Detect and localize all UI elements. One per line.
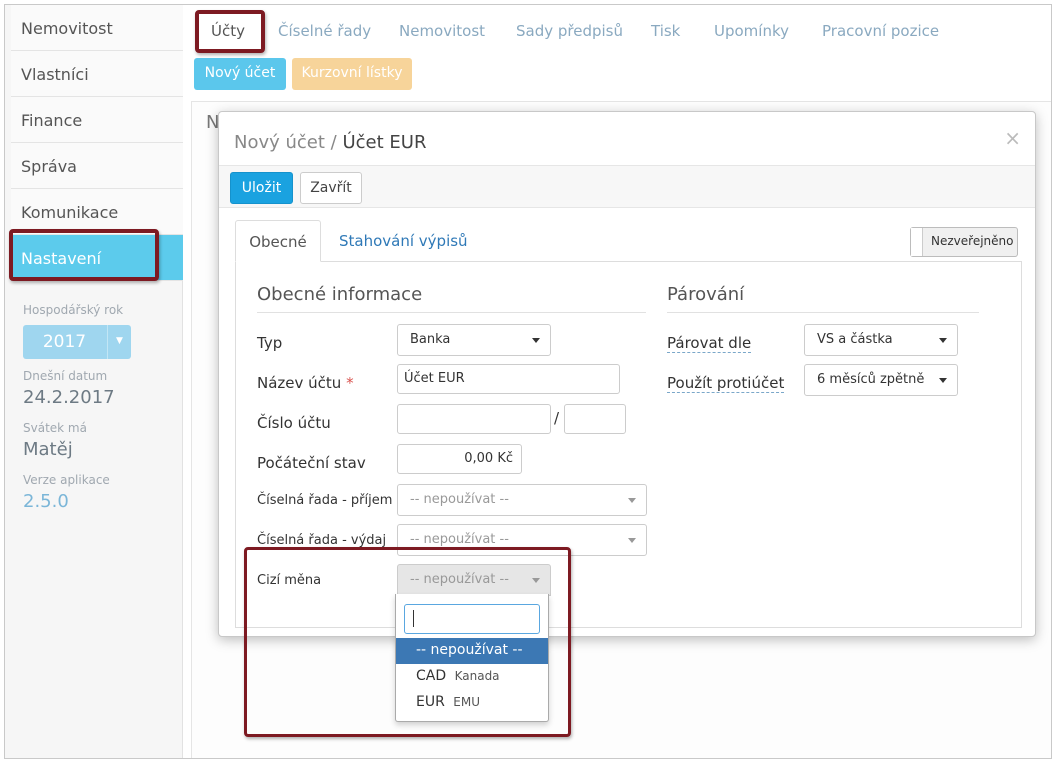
type-label: Typ xyxy=(257,334,283,352)
fiscal-year-select[interactable]: 2017 ▼ xyxy=(23,325,131,359)
type-value: Banka xyxy=(410,332,451,347)
sidebar-item-finance[interactable]: Finance xyxy=(11,97,183,143)
sidebar-item-label: Finance xyxy=(21,111,83,130)
bank-code-input[interactable] xyxy=(564,404,626,434)
initial-balance-input[interactable]: 0,00 Kč xyxy=(397,444,522,474)
account-number-input[interactable] xyxy=(397,404,551,434)
modal-toolbar: Uložit Zavřít xyxy=(219,165,1035,208)
highlight-box-currency xyxy=(244,547,571,737)
sidebar-item-vlastnici[interactable]: Vlastníci xyxy=(11,51,183,97)
tab-tisk[interactable]: Tisk xyxy=(651,22,680,40)
sidebar: Nemovitost Vlastníci Finance Správa Komu… xyxy=(5,5,183,758)
save-button[interactable]: Uložit xyxy=(230,172,293,204)
close-button[interactable]: Zavřít xyxy=(300,172,362,204)
series-income-value: -- nepoužívat -- xyxy=(410,492,509,507)
type-select[interactable]: Banka xyxy=(397,324,551,356)
sidebar-item-nemovitost[interactable]: Nemovitost xyxy=(11,5,183,51)
close-icon[interactable]: × xyxy=(1004,126,1021,150)
initial-balance-label: Počáteční stav xyxy=(257,454,366,472)
chevron-down-icon xyxy=(532,338,540,343)
series-expense-label: Číselná řada - výdaj xyxy=(257,533,387,548)
chevron-down-icon xyxy=(628,498,636,503)
fiscal-year-value: 2017 xyxy=(42,332,87,352)
new-account-button[interactable]: Nový účet xyxy=(194,58,286,90)
exchange-rates-button[interactable]: Kurzovní lístky xyxy=(292,58,412,90)
today-value: 24.2.2017 xyxy=(23,387,115,408)
today-label: Dnešní datum xyxy=(23,369,108,383)
highlight-box-ucty xyxy=(195,10,265,53)
series-income-label: Číselná řada - příjem xyxy=(257,493,393,508)
modal-title: Nový účet / Účet EUR xyxy=(234,132,426,153)
pairing-title: Párování xyxy=(667,284,979,313)
nameday-label: Svátek má xyxy=(23,421,87,435)
publish-toggle[interactable]: Nezveřejněno xyxy=(910,227,1018,257)
app-window: Nemovitost Vlastníci Finance Správa Komu… xyxy=(4,4,1052,759)
account-name-label-text: Název účtu xyxy=(257,374,342,392)
tab-upominky[interactable]: Upomínky xyxy=(714,22,789,40)
counter-account-label: Použít protiúčet xyxy=(667,374,785,393)
tab-obecne[interactable]: Obecné xyxy=(235,220,321,262)
tab-ciselne-rady[interactable]: Číselné řady xyxy=(278,22,371,40)
chevron-down-icon xyxy=(939,378,947,383)
tab-nemovitost[interactable]: Nemovitost xyxy=(399,22,485,40)
account-number-label: Číslo účtu xyxy=(257,414,331,432)
modal-title-prefix: Nový účet / xyxy=(234,132,337,153)
chevron-down-icon[interactable]: ▼ xyxy=(107,325,131,359)
required-marker: * xyxy=(346,374,354,392)
pair-by-value: VS a částka xyxy=(817,332,893,347)
sidebar-item-label: Komunikace xyxy=(21,203,119,222)
version-label: Verze aplikace xyxy=(23,473,110,487)
highlight-box-nastaveni xyxy=(9,229,159,281)
fiscal-year-label: Hospodářský rok xyxy=(23,303,124,317)
account-number-slash: / xyxy=(554,409,560,427)
chevron-down-icon xyxy=(939,338,947,343)
tab-stahovani-vypisu[interactable]: Stahování výpisů xyxy=(339,220,468,262)
general-info-title: Obecné informace xyxy=(257,284,646,313)
toggle-knob xyxy=(911,228,923,256)
nameday-value: Matěj xyxy=(23,439,73,460)
sidebar-item-label: Správa xyxy=(21,157,77,176)
sidebar-item-label: Nemovitost xyxy=(21,19,113,38)
series-income-select[interactable]: -- nepoužívat -- xyxy=(397,484,647,516)
chevron-down-icon xyxy=(628,538,636,543)
account-name-input[interactable]: Účet EUR xyxy=(397,364,620,394)
sidebar-item-sprava[interactable]: Správa xyxy=(11,143,183,189)
publish-toggle-label: Nezveřejněno xyxy=(931,234,1014,248)
series-expense-value: -- nepoužívat -- xyxy=(410,532,509,547)
counter-account-select[interactable]: 6 měsíců zpětně xyxy=(804,364,958,396)
pair-by-select[interactable]: VS a částka xyxy=(804,324,958,356)
sidebar-item-label: Vlastníci xyxy=(21,65,89,84)
counter-account-value: 6 měsíců zpětně xyxy=(817,372,925,387)
pair-by-label: Párovat dle xyxy=(667,334,752,353)
account-name-label: Název účtu * xyxy=(257,374,354,392)
version-value: 2.5.0 xyxy=(23,491,69,512)
modal-title-name: Účet EUR xyxy=(342,132,427,153)
tab-sady-predpisu[interactable]: Sady předpisů xyxy=(516,22,623,40)
tab-pracovni-pozice[interactable]: Pracovní pozice xyxy=(822,22,939,40)
